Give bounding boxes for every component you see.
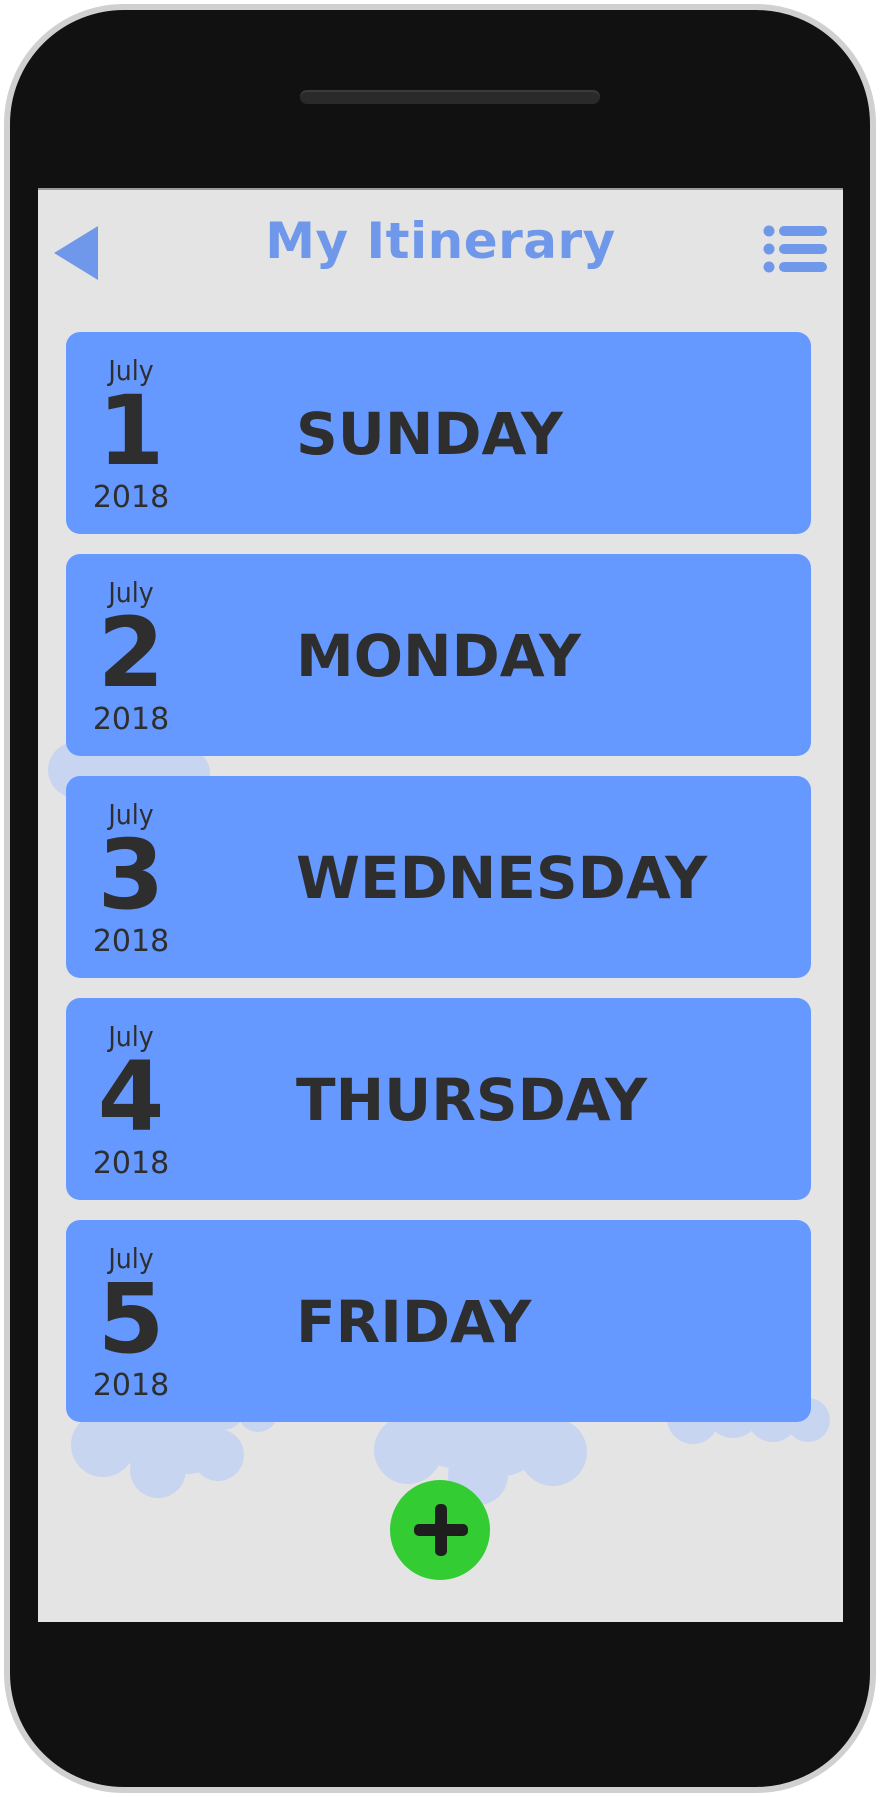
date-block: July 5 2018 <box>66 1220 196 1422</box>
date-day: 1 <box>97 375 165 487</box>
weekday-label: THURSDAY <box>296 1066 648 1134</box>
phone-speaker <box>300 90 600 104</box>
weekday-label: SUNDAY <box>296 400 563 468</box>
weekday-label: WEDNESDAY <box>296 844 708 912</box>
page-title: My Itinerary <box>265 212 616 270</box>
day-card[interactable]: July 2 2018 MONDAY <box>66 554 811 756</box>
date-block: July 2 2018 <box>66 554 196 756</box>
app-screen: My Itinerary July 1 2018 SUNDAY July 2 2… <box>38 188 843 1622</box>
date-day: 4 <box>97 1041 165 1153</box>
date-year: 2018 <box>92 924 170 959</box>
date-block: July 4 2018 <box>66 998 196 1200</box>
app-header: My Itinerary <box>38 190 843 310</box>
menu-button[interactable] <box>763 224 829 274</box>
date-year: 2018 <box>92 1146 170 1181</box>
date-day: 5 <box>97 1263 165 1375</box>
weekday-label: MONDAY <box>296 622 582 690</box>
weekday-label: FRIDAY <box>296 1288 532 1356</box>
date-year: 2018 <box>92 1368 170 1403</box>
date-day: 3 <box>97 819 165 931</box>
date-year: 2018 <box>92 702 170 737</box>
list-menu-icon <box>763 225 827 273</box>
date-block: July 1 2018 <box>66 332 196 534</box>
day-card[interactable]: July 3 2018 WEDNESDAY <box>66 776 811 978</box>
add-day-button[interactable] <box>390 1480 490 1580</box>
date-day: 2 <box>97 597 165 709</box>
day-card[interactable]: July 4 2018 THURSDAY <box>66 998 811 1200</box>
date-block: July 3 2018 <box>66 776 196 978</box>
plus-icon <box>414 1504 468 1556</box>
day-card[interactable]: July 5 2018 FRIDAY <box>66 1220 811 1422</box>
date-year: 2018 <box>92 480 170 515</box>
itinerary-list: July 1 2018 SUNDAY July 2 2018 MONDAY Ju… <box>66 332 811 1442</box>
day-card[interactable]: July 1 2018 SUNDAY <box>66 332 811 534</box>
